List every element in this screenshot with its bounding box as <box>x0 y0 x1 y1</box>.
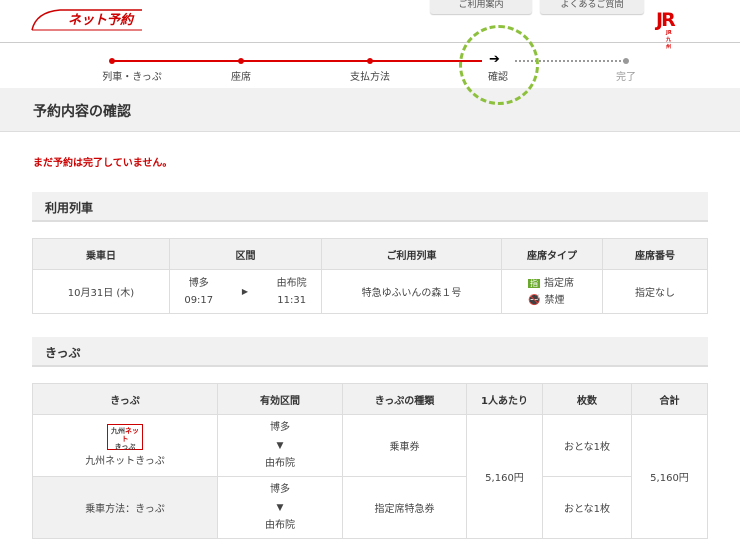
section-cell: 博多 09:17 ▶ 由布院 11:31 <box>169 269 322 314</box>
seat-type-cell: 指指定席 🚭 禁煙 <box>501 269 603 314</box>
ticket-name-cell: 九州ネット きっぷ 九州ネットきっぷ <box>32 414 218 477</box>
step-dot <box>623 58 629 64</box>
guide-button[interactable]: ご利用案内 <box>430 0 532 14</box>
table-row: 乗車方法：きっぷ 博多 ▼ 由布院 指定席特急券 おとな1枚 <box>32 476 708 539</box>
step-dot <box>367 58 373 64</box>
ticket-count: おとな1枚 <box>542 414 632 477</box>
col-header: 合計 <box>631 383 708 415</box>
page-title-bar: 予約内容の確認 <box>0 88 740 132</box>
col-header: 乗車日 <box>32 238 170 270</box>
no-smoking-icon: 🚭 <box>528 294 541 306</box>
smoking-type: 禁煙 <box>544 294 565 306</box>
arrow-down-icon: ▼ <box>276 502 284 513</box>
ticket-name: 乗車方法：きっぷ <box>32 476 218 539</box>
table-row: 10月31日 (木) 博多 09:17 ▶ 由布院 11:31 特急ゆふいんの森１号… <box>32 269 708 314</box>
col-header: きっぷの種類 <box>342 383 467 415</box>
progress-line <box>112 60 482 62</box>
section-title-train: 利用列車 <box>32 192 708 222</box>
seat-number: 指定なし <box>602 269 708 314</box>
col-header: 座席タイプ <box>501 238 603 270</box>
page-title: 予約内容の確認 <box>33 104 131 120</box>
step-label: 完了 <box>616 72 636 83</box>
arrow-down-icon: ▼ <box>276 440 284 451</box>
net-yoyaku-logo[interactable]: ネット予約 <box>30 8 145 31</box>
departure-time: 09:17 <box>184 294 214 306</box>
col-header: 有効区間 <box>217 383 343 415</box>
step-label: 列車・きっぷ <box>102 72 162 83</box>
kyushu-net-kippu-logo: 九州ネット きっぷ <box>107 424 143 451</box>
ride-date: 10月31日 (木) <box>32 269 170 314</box>
ticket-type: 乗車券 <box>342 414 467 477</box>
col-header: きっぷ <box>32 383 218 415</box>
valid-section: 博多 ▼ 由布院 <box>217 476 343 539</box>
arrow-right-icon: ▶ <box>241 287 248 296</box>
ticket-table: きっぷ 有効区間 きっぷの種類 1人あたり 枚数 合計 九州ネット きっぷ 九州ネ… <box>32 383 708 539</box>
step-label: 座席 <box>231 72 251 83</box>
jr-logo[interactable]: JR JR九州 <box>656 9 676 50</box>
valid-section: 博多 ▼ 由布院 <box>217 414 343 477</box>
from-station: 博多 <box>188 277 209 289</box>
ticket-type: 指定席特急券 <box>342 476 467 539</box>
to-station: 由布院 <box>276 277 307 289</box>
faq-button[interactable]: よくあるご質問 <box>540 0 644 14</box>
warning-message: まだ予約は完了していません。 <box>33 158 173 169</box>
col-header: 座席番号 <box>602 238 708 270</box>
table-row: 九州ネット きっぷ 九州ネットきっぷ 博多 ▼ 由布院 乗車券 5,160円 おとな1… <box>32 414 708 539</box>
step-dot <box>238 58 244 64</box>
ticket-name: 九州ネットきっぷ <box>85 456 165 467</box>
step-dot <box>109 58 115 64</box>
col-header: ご利用列車 <box>321 238 502 270</box>
col-header: 区間 <box>169 238 322 270</box>
total-price: 5,160円 <box>631 414 708 539</box>
reserved-seat-icon: 指 <box>528 278 540 288</box>
train-table: 乗車日 区間 ご利用列車 座席タイプ 座席番号 10月31日 (木) 博多 09:… <box>32 238 708 314</box>
col-header: 1人あたり <box>466 383 543 415</box>
step-label: 支払方法 <box>350 72 390 83</box>
seat-type: 指定席 <box>544 277 574 289</box>
ticket-count: おとな1枚 <box>542 476 632 539</box>
col-header: 枚数 <box>542 383 632 415</box>
section-title-ticket: きっぷ <box>32 337 708 367</box>
highlight-circle <box>459 25 539 105</box>
site-header: ネット予約 ご利用案内 よくあるご質問 JR JR九州 <box>0 0 740 50</box>
arrival-time: 11:31 <box>277 294 307 306</box>
train-name: 特急ゆふいんの森１号 <box>321 269 502 314</box>
per-person-price: 5,160円 <box>466 414 543 539</box>
